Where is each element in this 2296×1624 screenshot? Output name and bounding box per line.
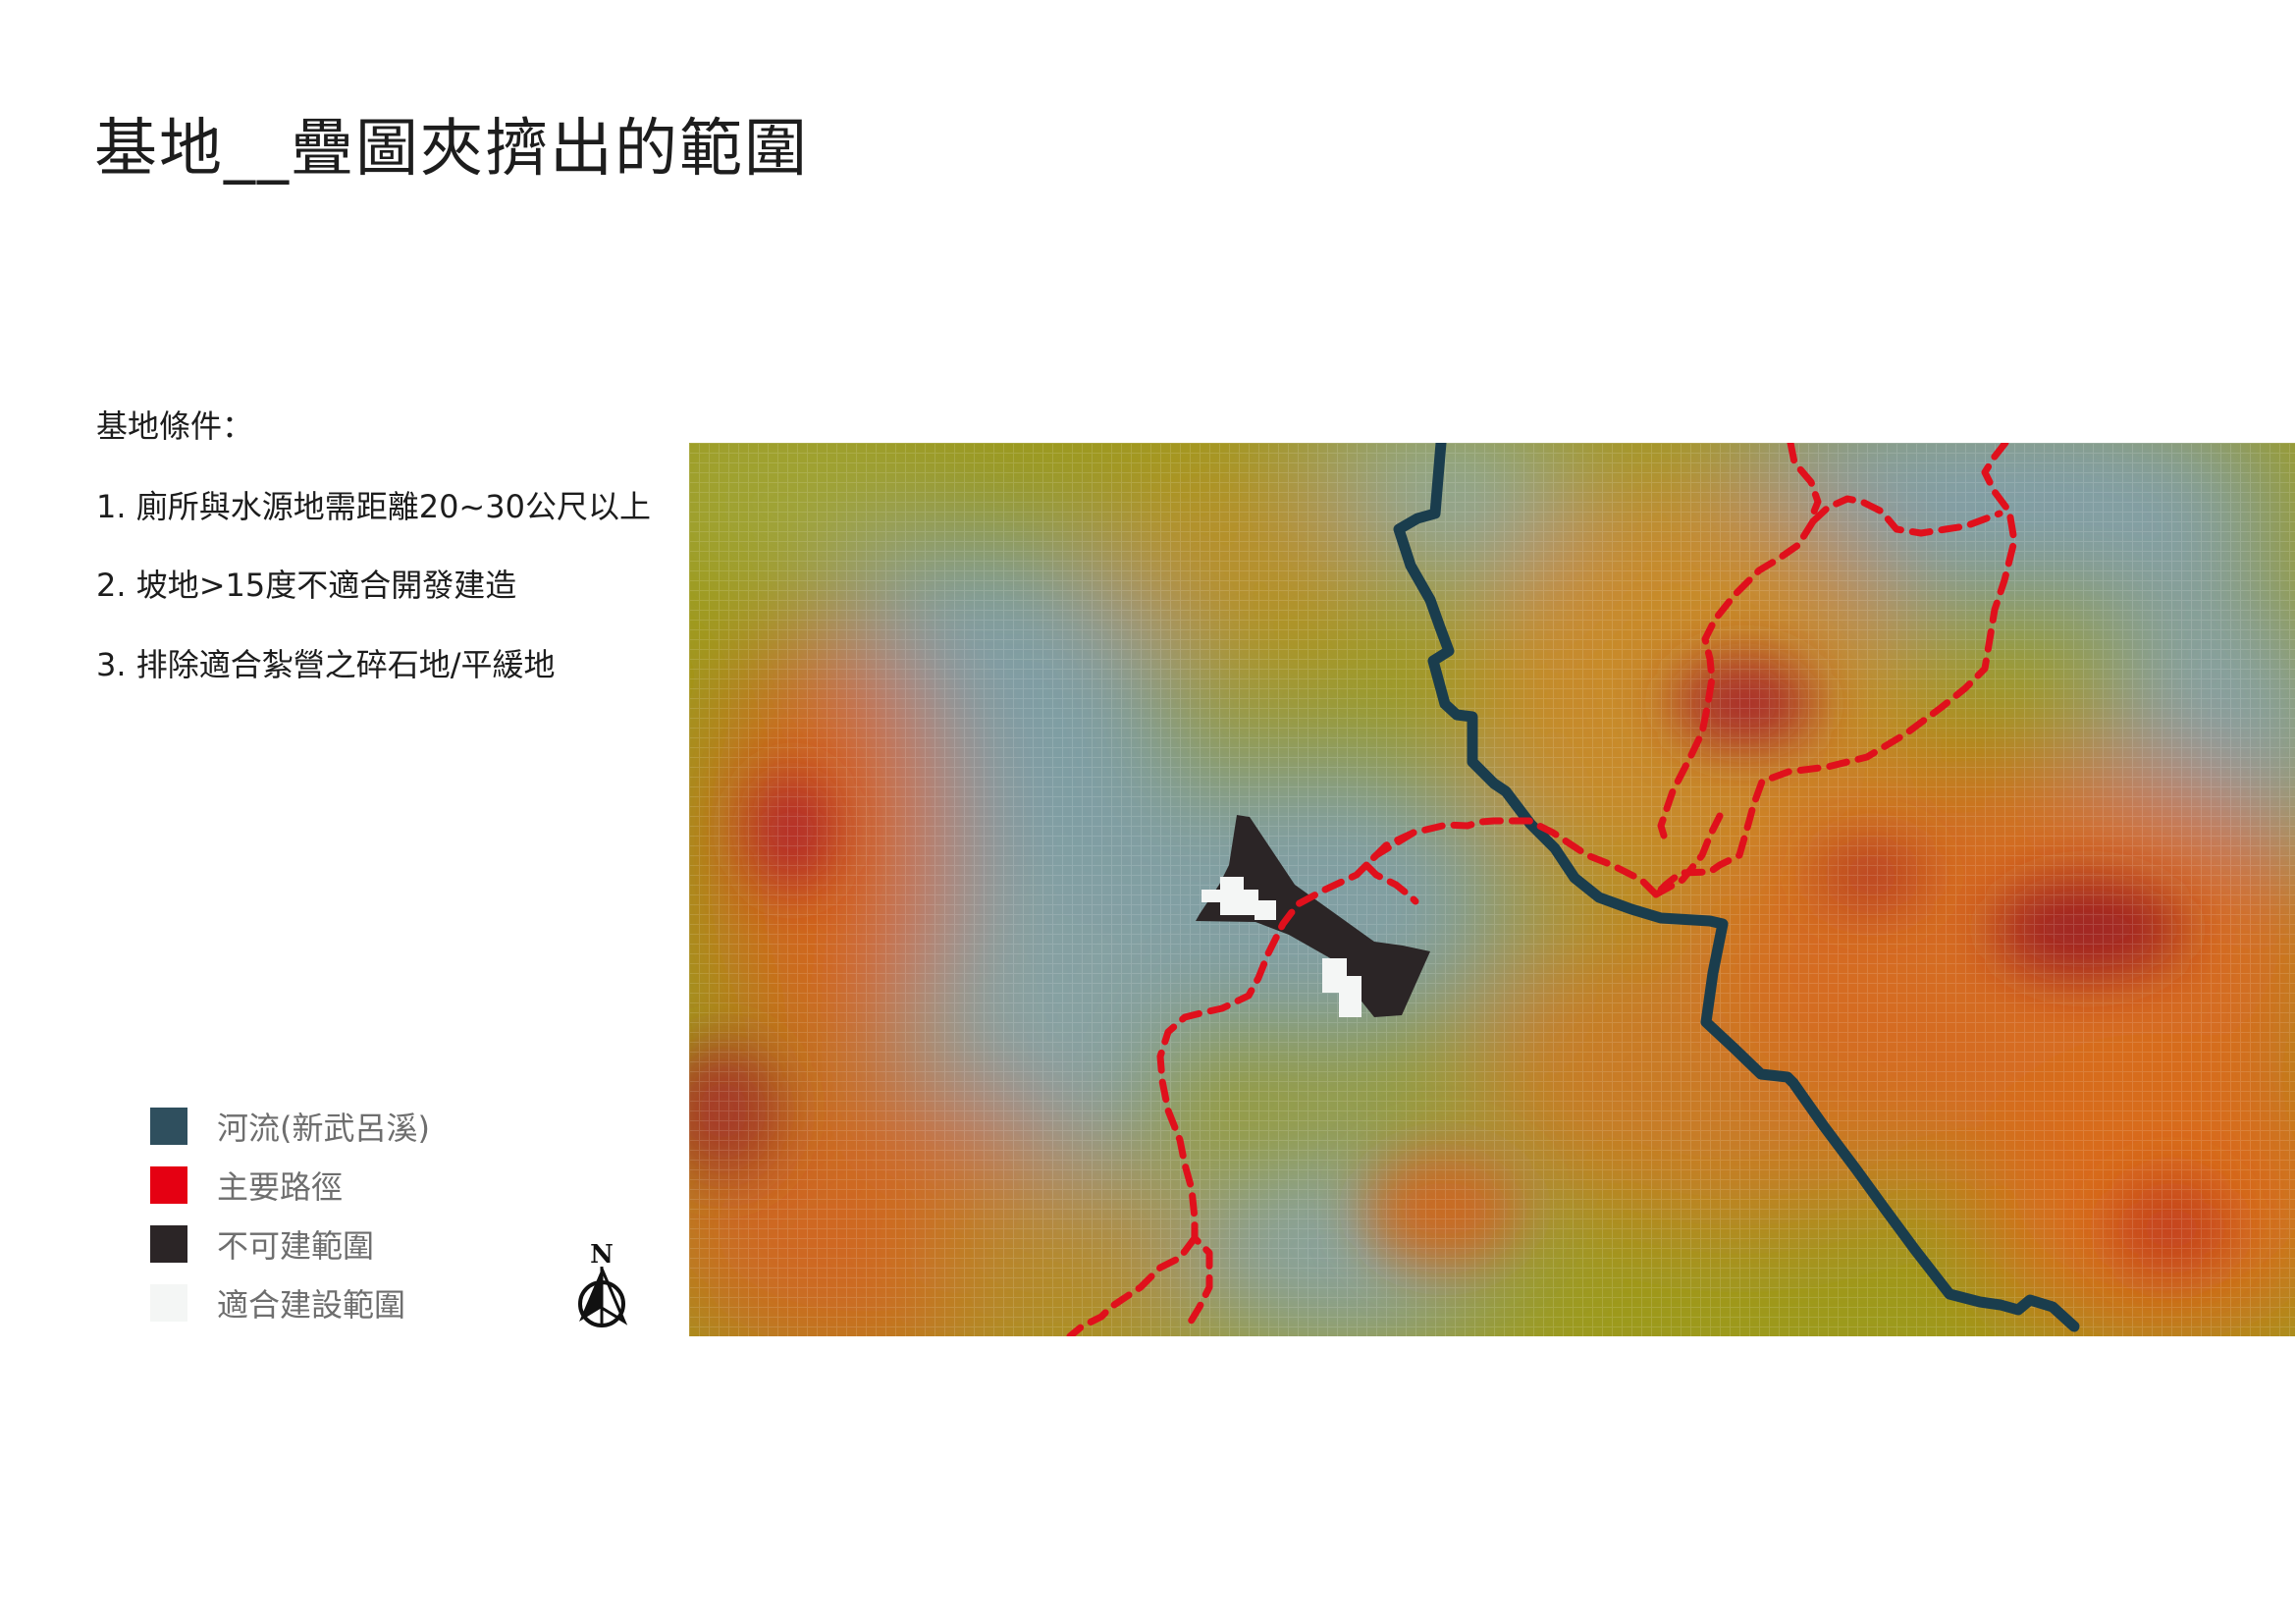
legend-label-buildable: 適合建設範圍 bbox=[217, 1286, 406, 1324]
page-title: 基地__疊圖夾擠出的範圍 bbox=[94, 113, 809, 186]
north-arrow-icon: N bbox=[578, 1240, 628, 1327]
legend-item-buildable: 適合建設範圍 bbox=[150, 1283, 406, 1324]
condition-item-3: 3. 排除適合紮營之碎石地/平緩地 bbox=[96, 646, 556, 683]
legend-label-path: 主要路徑 bbox=[217, 1168, 344, 1206]
north-label: N bbox=[590, 1240, 614, 1270]
legend-swatch-path bbox=[150, 1166, 187, 1204]
legend-item-river: 河流(新武呂溪) bbox=[150, 1107, 430, 1147]
legend-swatch-river bbox=[150, 1108, 187, 1145]
legend-swatch-buildable bbox=[150, 1284, 187, 1322]
site-overlay-map bbox=[689, 443, 2295, 1336]
legend-item-unbuildable: 不可建範圍 bbox=[150, 1224, 375, 1265]
legend-label-river: 河流(新武呂溪) bbox=[217, 1110, 430, 1147]
legend-label-unbuildable: 不可建範圍 bbox=[217, 1227, 375, 1265]
legend-item-path: 主要路徑 bbox=[150, 1165, 344, 1206]
slope-heatmap bbox=[689, 443, 2295, 1336]
condition-item-1: 1. 廁所與水源地需距離20~30公尺以上 bbox=[96, 488, 651, 525]
condition-item-2: 2. 坡地>15度不適合開發建造 bbox=[96, 567, 517, 604]
conditions-heading: 基地條件： bbox=[96, 407, 254, 445]
legend-swatch-unbuildable bbox=[150, 1225, 187, 1263]
